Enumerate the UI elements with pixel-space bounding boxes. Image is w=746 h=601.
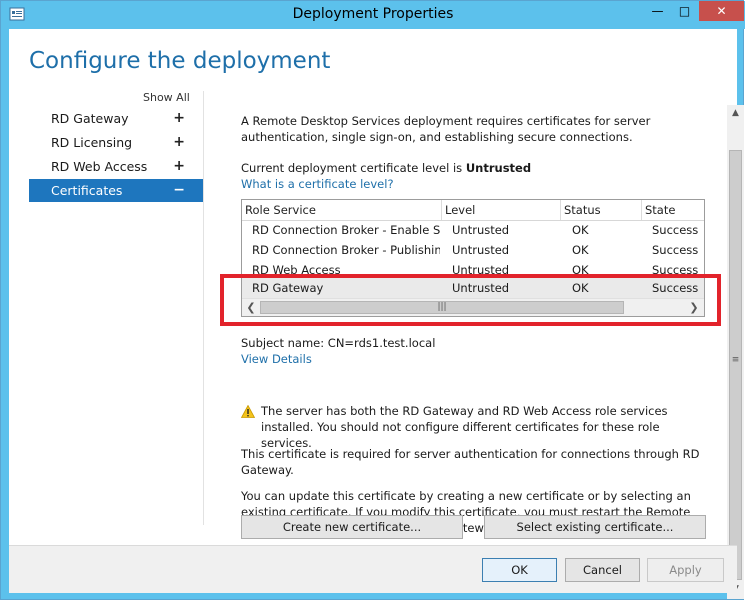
apply-button[interactable]: Apply [647,558,724,582]
column-header-status[interactable]: Status [561,200,642,220]
scroll-up-icon[interactable]: ▲ [727,105,744,122]
cell-status: OK [572,223,589,237]
gateway-required-text: This certificate is required for server … [241,447,700,477]
show-all-link[interactable]: Show All [143,91,190,104]
certificate-level-line: Current deployment certificate level is … [241,160,703,176]
column-header-role-service[interactable]: Role Service [242,200,442,220]
minimize-icon: — [651,4,664,18]
select-existing-certificate-button[interactable]: Select existing certificate... [484,515,706,539]
cell-role: RD Connection Broker - Publishing [252,243,440,257]
nav-item-label: Certificates [51,183,123,198]
certificate-level-label: Current deployment certificate level is [241,161,466,175]
nav-item-label: RD Gateway [51,111,129,126]
highlight-annotation-box [220,274,721,326]
nav-item-label: RD Web Access [51,159,148,174]
nav-divider [203,91,204,525]
grip-icon: ≡ [731,355,740,365]
nav-item-rd-web-access[interactable]: RD Web Access + [29,155,203,178]
cancel-button[interactable]: Cancel [565,558,640,582]
collapse-icon: − [173,182,185,198]
dialog-footer: OK Cancel Apply [9,545,737,593]
intro-text: A Remote Desktop Services deployment req… [241,114,651,144]
maximize-icon: □ [678,4,691,18]
expand-icon: + [173,158,185,174]
nav-item-label: RD Licensing [51,135,133,150]
close-button[interactable]: ✕ [699,1,744,21]
page-title: Configure the deployment [29,48,331,74]
vertical-scroll-thumb[interactable]: ≡ [729,150,742,580]
column-header-state[interactable]: State [642,200,704,220]
cell-level: Untrusted [452,223,510,237]
expand-icon: + [173,110,185,126]
minimize-button[interactable]: — [644,1,671,21]
cell-level: Untrusted [452,243,510,257]
close-icon: ✕ [716,4,727,18]
cell-state: Success [652,223,699,237]
window-title: Deployment Properties [292,6,454,22]
table-header: Role Service Level Status State [242,200,704,221]
view-details-link[interactable]: View Details [241,351,703,367]
cell-role: RD Connection Broker - Enable Single Sig… [252,223,440,237]
certificate-level-link-text: What is a certificate level? [241,177,394,191]
warning-icon [241,405,255,418]
expand-icon: + [173,134,185,150]
subject-name: Subject name: CN=rds1.test.local [241,336,436,350]
nav-item-certificates[interactable]: Certificates − [29,179,203,202]
vertical-scrollbar[interactable]: ▲ ≡ ▼ [727,105,744,599]
ok-button[interactable]: OK [482,558,557,582]
create-new-certificate-button[interactable]: Create new certificate... [241,515,463,539]
title-bar[interactable]: Deployment Properties — □ ✕ [1,1,745,29]
cell-status: OK [572,243,589,257]
cell-state: Success [652,243,699,257]
nav-item-rd-licensing[interactable]: RD Licensing + [29,131,203,154]
table-row[interactable]: RD Connection Broker - Publishing Untrus… [242,240,704,260]
certificate-level-link[interactable]: What is a certificate level? [241,176,703,192]
certificate-level-value: Untrusted [465,161,532,175]
warning-text: The server has both the RD Gateway and R… [261,404,668,450]
nav-item-rd-gateway[interactable]: RD Gateway + [29,107,203,130]
maximize-button[interactable]: □ [671,1,698,21]
column-header-level[interactable]: Level [442,200,561,220]
deployment-properties-window: Deployment Properties — □ ✕ Configure th… [0,0,745,600]
view-details-text: View Details [241,352,312,366]
table-row[interactable]: RD Connection Broker - Enable Single Sig… [242,220,704,240]
